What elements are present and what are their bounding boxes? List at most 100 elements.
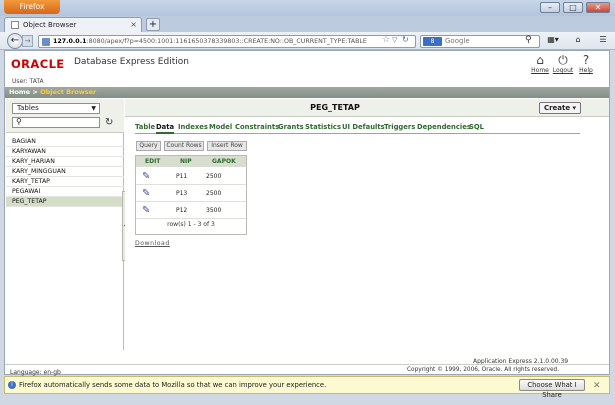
tab-dependencies[interactable]: Dependencies [417, 123, 471, 131]
help-icon: ? [582, 53, 590, 67]
page-content: ORACLE Database Express Edition User: TA… [4, 50, 610, 376]
tab-table[interactable]: Table [135, 123, 155, 131]
tab-constraints[interactable]: Constraints [235, 123, 279, 131]
column-header-nip: NIP [180, 158, 192, 165]
navigation-toolbar: ← → 127.0.0.1:8080/apex/f?p=4500:1001:11… [0, 32, 615, 50]
data-table: EDIT NIP GAPOK ✎ P11 2500 ✎ P13 2500 ✎ P… [135, 155, 247, 235]
object-list-controls: Tables ▼ ⚲ ↻ [6, 99, 124, 133]
browser-tab[interactable]: Object Browser × [4, 17, 142, 32]
object-title: PEG_TETAP [310, 103, 360, 112]
tab-title: Object Browser [23, 21, 77, 29]
table-row: ✎ P12 3500 [136, 202, 246, 219]
notification-text: Firefox automatically sends some data to… [19, 381, 327, 389]
tab-statistics[interactable]: Statistics [305, 123, 341, 131]
cell-nip: P13 [176, 190, 188, 197]
window-titlebar: Firefox – □ ✕ [0, 0, 615, 16]
help-link-label: Help [579, 67, 593, 74]
create-button-label: Create [543, 104, 571, 112]
url-input[interactable]: 127.0.0.1:8080/apex/f?p=4500:1001:116165… [38, 35, 416, 48]
table-list-item[interactable]: BAGIAN [6, 137, 124, 147]
home-nav-icon[interactable]: ⌂ [570, 35, 586, 47]
table-list-item[interactable]: PEGAWAI [6, 187, 124, 197]
tab-strip: Object Browser × + [0, 16, 615, 32]
new-tab-button[interactable]: + [146, 18, 160, 31]
tab-triggers[interactable]: Triggers [384, 123, 415, 131]
breadcrumb-home-link[interactable]: Home [9, 88, 30, 96]
maximize-button[interactable]: □ [563, 2, 583, 13]
tab-grants[interactable]: Grants [278, 123, 304, 131]
reload-icon[interactable]: ↻ [402, 35, 409, 44]
cell-nip: P12 [176, 207, 188, 214]
home-link-label: Home [531, 67, 549, 74]
table-list-item[interactable]: KARY_HARIAN [6, 157, 124, 167]
cell-gapok: 2500 [206, 190, 222, 197]
object-filter-input[interactable]: ⚲ [12, 117, 100, 128]
url-dropdown-icon[interactable]: ▽ [392, 36, 397, 44]
close-notification-icon[interactable]: ✕ [593, 378, 601, 394]
download-link[interactable]: Download [135, 240, 170, 247]
object-header: PEG_TETAP Create ▾ [125, 99, 609, 117]
cell-gapok: 2500 [206, 173, 222, 180]
footer-divider [5, 364, 609, 365]
column-header-edit: EDIT [145, 158, 161, 165]
search-placeholder: Google [445, 37, 470, 45]
cell-gapok: 3500 [206, 207, 222, 214]
create-button[interactable]: Create ▾ [539, 102, 581, 114]
edit-row-icon[interactable]: ✎ [142, 205, 150, 216]
bookmark-star-icon[interactable]: ☆ [382, 35, 390, 45]
copyright: Copyright © 1999, 2006, Oracle. All righ… [407, 367, 560, 373]
product-name: Database Express Edition [74, 57, 189, 67]
table-list-item[interactable]: KARY_TETAP [6, 177, 124, 187]
notification-bar: i Firefox automatically sends some data … [4, 376, 610, 399]
oracle-logo: ORACLE [11, 57, 65, 71]
table-list-item[interactable]: KARYAWAN [6, 147, 124, 157]
language-label: Language: en-gb [10, 369, 61, 376]
table-row: ✎ P11 2500 [136, 168, 246, 185]
site-identity-icon [42, 38, 50, 46]
row-count: row(s) 1 - 3 of 3 [167, 221, 215, 228]
tab-ui-defaults[interactable]: UI Defaults [342, 123, 385, 131]
tab-data[interactable]: Data [156, 123, 175, 134]
page-favicon-icon [11, 21, 19, 29]
back-button[interactable]: ← [7, 33, 23, 49]
tab-model[interactable]: Model [209, 123, 232, 131]
close-window-button[interactable]: ✕ [586, 2, 610, 13]
choose-what-i-share-button[interactable]: Choose What I Share [519, 379, 585, 399]
edit-row-icon[interactable]: ✎ [142, 188, 150, 199]
object-list-panel: Tables ▼ ⚲ ↻ BAGIAN KARYAWAN KARY_HARIAN… [6, 99, 124, 350]
breadcrumb-current: Object Browser [40, 88, 97, 96]
url-host: 127.0.0.1 [53, 38, 87, 45]
tab-sql[interactable]: SQL [469, 123, 484, 131]
breadcrumb: Home > Object Browser [5, 87, 609, 98]
object-detail-panel: PEG_TETAP Create ▾ Table Data Indexes Mo… [125, 99, 609, 350]
minimize-button[interactable]: – [540, 2, 560, 13]
info-icon: i [8, 381, 16, 389]
close-tab-icon[interactable]: × [130, 20, 137, 29]
tab-indexes[interactable]: Indexes [178, 123, 208, 131]
search-icon: ⚲ [16, 117, 22, 126]
logout-link-label: Logout [552, 67, 574, 74]
url-path: :8080/apex/f?p=4500:1001:116165037833980… [86, 38, 367, 45]
column-header-gapok: GAPOK [212, 158, 236, 165]
user-label: User: TATA [12, 78, 44, 85]
forward-button[interactable]: → [22, 35, 33, 47]
table-list-item-selected[interactable]: PEG_TETAP [6, 197, 124, 207]
table-list-item[interactable]: KARY_MINGGUAN [6, 167, 124, 177]
chevron-down-icon: ▼ [91, 105, 96, 112]
bookmarks-menu-icon[interactable]: ▦▾ [545, 35, 561, 47]
header-help-link[interactable]: ? Help [573, 53, 599, 74]
insert-row-button[interactable]: Insert Row [207, 141, 247, 151]
menu-icon[interactable]: ☰ [596, 35, 610, 47]
edit-row-icon[interactable]: ✎ [142, 171, 150, 182]
count-rows-button[interactable]: Count Rows [164, 141, 204, 151]
search-engine-icon[interactable]: 8 [423, 37, 442, 46]
object-type-select[interactable]: Tables ▼ [12, 103, 100, 114]
search-icon[interactable]: ⚲ [525, 35, 532, 45]
breadcrumb-separator: > [30, 88, 41, 96]
cell-nip: P11 [176, 173, 188, 180]
refresh-icon[interactable]: ↻ [105, 117, 113, 128]
table-header: EDIT NIP GAPOK [136, 156, 246, 167]
search-input[interactable]: 8 Google [420, 35, 540, 48]
firefox-menu-button[interactable]: Firefox [4, 0, 60, 14]
query-button[interactable]: Query [136, 141, 161, 151]
